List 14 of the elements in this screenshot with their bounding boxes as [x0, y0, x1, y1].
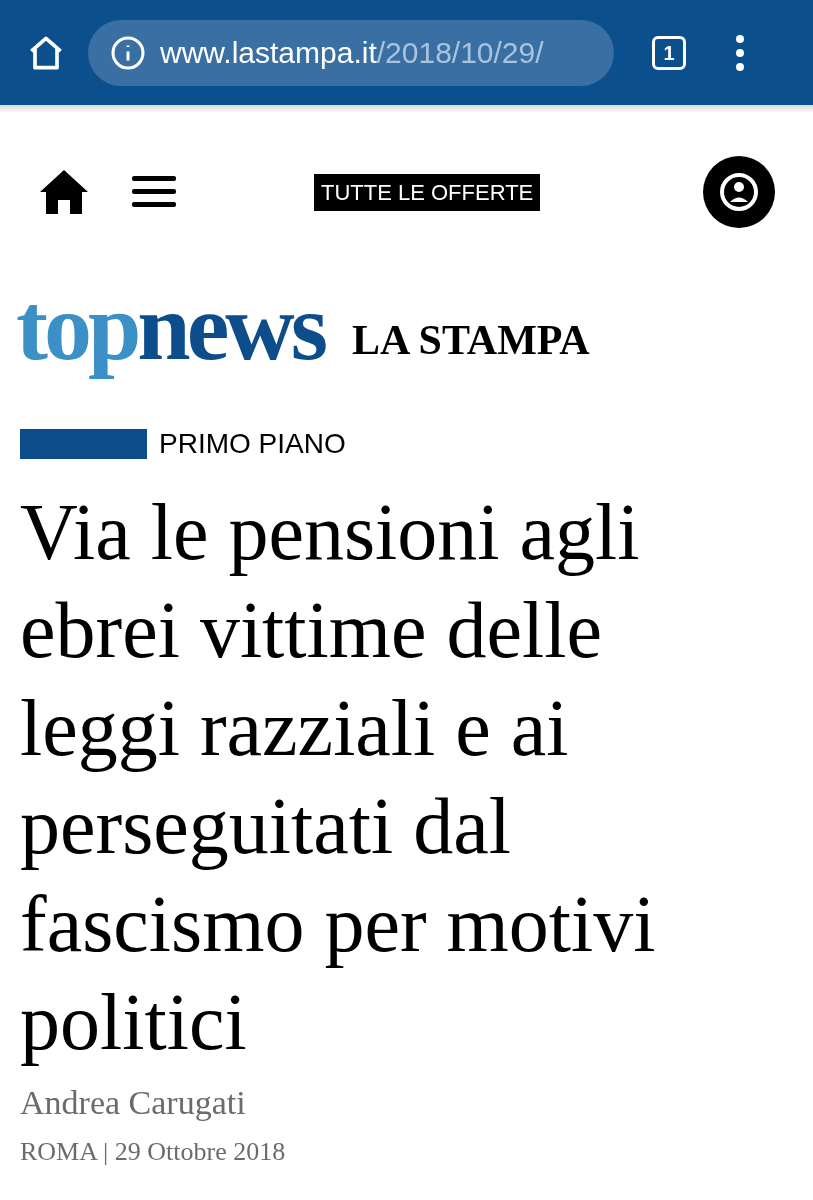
info-icon [110, 34, 146, 71]
home-icon[interactable] [38, 168, 90, 216]
headline: Via le pensioni agli ebrei vittime delle leggi razziali e ai perseguitati dal fascismo per motivi politici [19, 487, 657, 1068]
tab-count[interactable]: 1 [652, 35, 686, 70]
url-text: www.lastampa.it/2018/10/29/ [160, 35, 544, 71]
address-bar[interactable]: www.lastampa.it/2018/10/29/ [88, 19, 614, 86]
brand-name: LA STAMPA [352, 319, 590, 365]
author-name[interactable]: Andrea Carugati [0, 1077, 813, 1128]
menu-icon[interactable] [132, 176, 176, 208]
more-icon[interactable] [734, 32, 746, 73]
offers-link[interactable]: TUTTE LE OFFERTE [314, 173, 541, 211]
account-icon[interactable] [703, 156, 775, 228]
dateline: ROMA | 29 Ottobre 2018 [19, 1136, 287, 1168]
section-label[interactable]: PRIMO PIANO [159, 423, 346, 465]
